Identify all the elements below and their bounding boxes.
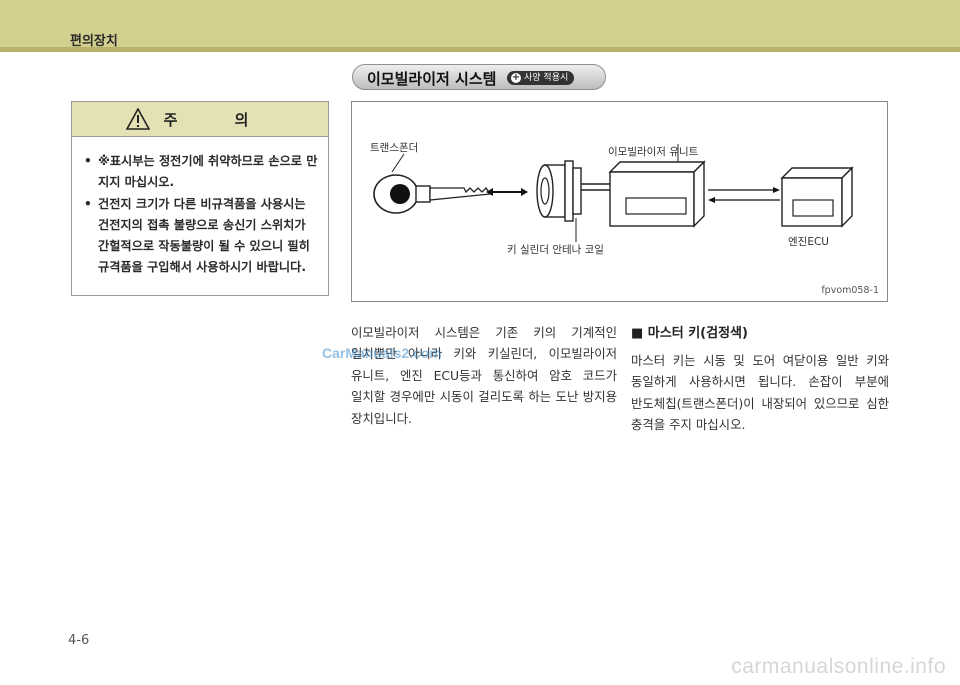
section-title: 이모빌라이저 시스템: [367, 70, 497, 88]
plus-icon: +: [511, 72, 521, 83]
immobilizer-diagram-drawing: [373, 144, 854, 242]
option-badge: + 사양 적용시: [507, 71, 575, 85]
key-icon: [373, 153, 492, 214]
master-key-paragraph: 마스터 키는 시동 및 도어 여닫이용 일반 키와 동일하게 사용하시면 됩니다…: [631, 353, 889, 433]
double-arrow-icon: [486, 188, 528, 196]
engine-ecu-icon: [780, 166, 854, 228]
label-key-cylinder-coil: 키 실린더 안테나 코일: [507, 244, 604, 256]
signal-arrows-icon: [708, 187, 780, 203]
label-immobilizer-unit: 이모빌라이저 유니트: [608, 146, 699, 158]
label-transponder: 트랜스폰더: [370, 142, 419, 154]
caution-list: ※표시부는 정전기에 취약하므로 손으로 만지지 마십시오. 건전지 크기가 다…: [72, 137, 328, 278]
site-watermark: CarManuals2.com: [322, 345, 442, 361]
caution-title: 주 의: [163, 110, 275, 129]
figure-id: fpvom058-1: [821, 285, 879, 296]
caution-box: 주 의 ※표시부는 정전기에 취약하므로 손으로 만지지 마십시오. 건전지 크…: [71, 101, 329, 296]
key-cylinder-icon: [536, 160, 582, 242]
intro-paragraph: 이모빌라이저 시스템은 기존 키의 기계적인 일치뿐만 아니라 키와 키실린더,…: [351, 325, 617, 426]
label-engine-ecu: 엔진ECU: [788, 236, 829, 248]
caution-item: ※표시부는 정전기에 취약하므로 손으로 만지지 마십시오.: [84, 151, 318, 193]
header-bar: [0, 0, 960, 52]
chapter-title: 편의장치: [70, 34, 118, 49]
immobilizer-diagram: 트랜스폰더 이모빌라이저 유니트 키 실린더 안테나 코일 엔진ECU fpvo…: [351, 101, 888, 302]
footer-watermark: carmanualsonline.info: [731, 655, 946, 678]
section-title-pill: 이모빌라이저 시스템 + 사양 적용시: [352, 64, 606, 90]
caution-header: 주 의: [72, 102, 328, 137]
master-key-heading: ■ 마스터 키(검정색): [631, 326, 748, 341]
caution-item: 건전지 크기가 다른 비규격품을 사용시는 건전지의 접촉 불량으로 송신기 스…: [84, 194, 318, 278]
warning-triangle-icon: [125, 108, 150, 130]
page-number: 4-6: [68, 633, 90, 648]
option-badge-label: 사양 적용시: [524, 73, 569, 83]
